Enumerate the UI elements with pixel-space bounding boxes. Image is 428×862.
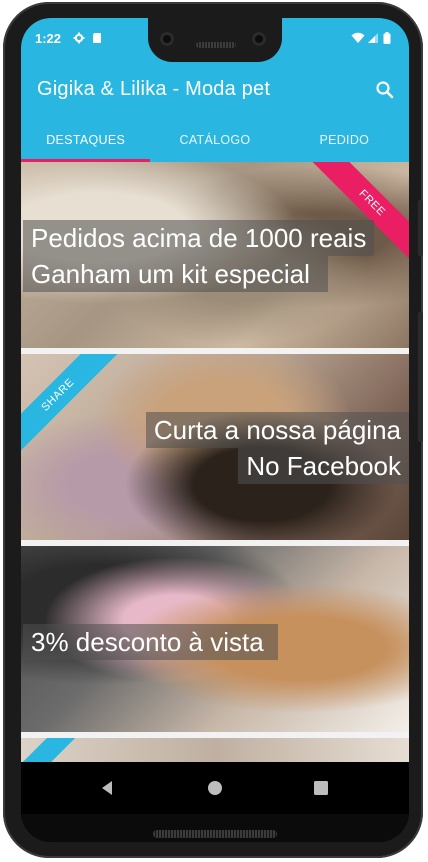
tab-destaques[interactable]: DESTAQUES (21, 118, 151, 162)
battery-icon (383, 32, 391, 44)
promo-card-share[interactable]: SHARE Curta a nossa página No Facebook (21, 354, 409, 540)
camera-notch (148, 18, 282, 62)
highlights-list: FREE Pedidos acima de 1000 reais Ganham … (21, 162, 409, 762)
phone-frame: 1:22 Gigika & Lilika - Moda pet DESTAQUE… (3, 2, 423, 858)
promo-card-discount[interactable]: 3% desconto à vista (21, 546, 409, 732)
volume-button (418, 312, 423, 442)
system-nav-bar (21, 762, 409, 814)
tab-pedido[interactable]: PEDIDO (280, 118, 409, 162)
status-time: 1:22 (35, 31, 62, 46)
promo-card-partial[interactable] (21, 738, 409, 762)
status-bar: 1:22 (21, 18, 409, 62)
recents-square-icon[interactable] (309, 776, 333, 800)
power-button (418, 200, 423, 256)
signal-icon (368, 33, 378, 43)
tab-bar: DESTAQUES CATÁLOGO PEDIDO (21, 118, 409, 162)
bottom-speaker (153, 830, 277, 838)
promo-card-free[interactable]: FREE Pedidos acima de 1000 reais Ganham … (21, 162, 409, 348)
promo-caption-line1: 3% desconto à vista (23, 624, 278, 660)
gear-icon (73, 32, 85, 44)
screen: 1:22 Gigika & Lilika - Moda pet DESTAQUE… (21, 18, 409, 842)
app-title: Gigika & Lilika - Moda pet (37, 78, 271, 100)
promo-caption-line1: Curta a nossa página (145, 412, 409, 448)
earpiece-speaker (196, 42, 236, 48)
camera-lens (252, 32, 266, 46)
promo-caption-line1: Pedidos acima de 1000 reais (23, 220, 375, 256)
wifi-icon (351, 32, 365, 43)
tab-catalogo[interactable]: CATÁLOGO (150, 118, 279, 162)
camera-lens (160, 32, 174, 46)
sd-card-icon (93, 33, 101, 43)
promo-caption-line2: No Facebook (238, 448, 409, 484)
share-ribbon: SHARE (21, 354, 121, 458)
back-triangle-icon[interactable] (95, 776, 119, 800)
partial-ribbon (21, 738, 83, 762)
home-circle-icon[interactable] (203, 776, 227, 800)
app-bar: Gigika & Lilika - Moda pet (21, 62, 409, 118)
promo-caption-line2: Ganham um kit especial (23, 256, 328, 292)
search-icon[interactable] (371, 76, 399, 104)
